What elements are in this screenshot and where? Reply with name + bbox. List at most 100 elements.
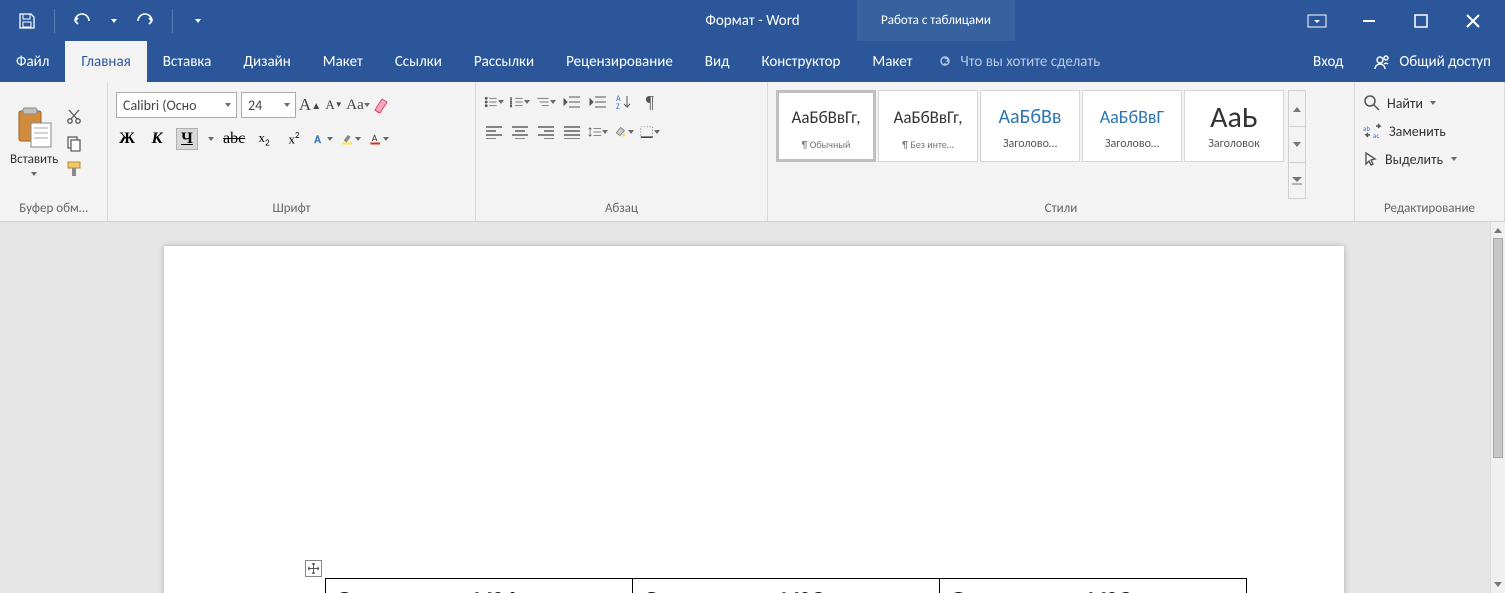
line-spacing-button[interactable]	[588, 122, 608, 142]
copy-button[interactable]	[64, 133, 84, 153]
tab-table-layout[interactable]: Макет	[856, 41, 928, 82]
tab-insert[interactable]: Вставка	[147, 41, 228, 82]
group-clipboard-label: Буфер обм…	[8, 199, 99, 219]
clear-formatting-button[interactable]	[372, 95, 392, 115]
qat-customize-dropdown[interactable]	[193, 16, 202, 25]
align-center-button[interactable]	[510, 122, 530, 142]
change-case-button[interactable]: Aa	[348, 95, 368, 115]
tab-references[interactable]: Ссылки	[379, 41, 458, 82]
align-left-button[interactable]	[484, 122, 504, 142]
share-button[interactable]: Общий доступ	[1359, 41, 1505, 82]
table-move-handle[interactable]	[305, 560, 322, 577]
group-paragraph: 123 AZ ¶ Абзац	[476, 82, 768, 221]
superscript-button[interactable]: x2	[283, 130, 305, 147]
redo-button[interactable]	[132, 8, 158, 34]
font-color-button[interactable]: A	[369, 129, 389, 149]
table-header-2[interactable]: Заголовок №2	[633, 579, 940, 593]
save-button[interactable]	[14, 8, 40, 34]
share-label: Общий доступ	[1399, 53, 1491, 71]
document-table[interactable]: Заголовок №1 Заголовок №2 Заголовок №3	[325, 578, 1247, 593]
underline-button[interactable]: Ч	[176, 128, 198, 150]
tab-table-design[interactable]: Конструктор	[745, 41, 856, 82]
justify-button[interactable]	[562, 122, 582, 142]
undo-button[interactable]	[69, 8, 95, 34]
page[interactable]	[164, 246, 1344, 593]
tab-file[interactable]: Файл	[0, 41, 65, 82]
scroll-down-button[interactable]	[1491, 577, 1505, 593]
highlight-button[interactable]	[341, 129, 361, 149]
underline-dropdown[interactable]	[206, 135, 215, 144]
minimize-button[interactable]	[1357, 9, 1381, 33]
close-button[interactable]	[1461, 9, 1485, 33]
styles-expand[interactable]	[1289, 163, 1305, 198]
bold-button[interactable]: Ж	[116, 130, 138, 148]
tell-me-search[interactable]: Что вы хотите сделать	[938, 41, 1100, 82]
svg-text:3: 3	[510, 103, 512, 108]
shading-button[interactable]	[614, 122, 634, 142]
ribbon-display-options-button[interactable]	[1305, 9, 1329, 33]
tab-design[interactable]: Дизайн	[227, 41, 306, 82]
replace-button[interactable]: abac Заменить	[1363, 118, 1496, 144]
window-title: Формат - Word	[0, 12, 1505, 30]
grow-font-button[interactable]: A▲	[300, 95, 320, 115]
svg-text:Z: Z	[616, 102, 620, 111]
paste-label: Вставить	[10, 152, 58, 167]
scroll-track[interactable]	[1491, 238, 1505, 577]
align-right-button[interactable]	[536, 122, 556, 142]
font-family-combo[interactable]: Calibri (Осно	[116, 92, 237, 118]
style-normal[interactable]: АаБбВвГг, ¶ Обычный	[776, 90, 876, 162]
decrease-indent-button[interactable]	[562, 92, 582, 112]
paste-dropdown[interactable]	[30, 170, 39, 179]
styles-scroll-up[interactable]	[1289, 91, 1305, 127]
style-title[interactable]: АаЬ Заголовок	[1184, 90, 1284, 162]
scroll-up-button[interactable]	[1491, 222, 1505, 238]
ribbon: Вставить Буфер обм… Calibri (Осно 24 A▲ …	[0, 82, 1505, 222]
separator	[172, 9, 173, 33]
tab-view[interactable]: Вид	[689, 41, 746, 82]
tab-review[interactable]: Рецензирование	[550, 41, 689, 82]
svg-text:A: A	[372, 132, 378, 144]
shrink-font-button[interactable]: A▼	[324, 95, 344, 115]
group-editing-label: Редактирование	[1363, 199, 1496, 219]
table-header-1[interactable]: Заголовок №1	[326, 579, 633, 593]
style-heading2[interactable]: АаБбВвГ Заголово…	[1082, 90, 1182, 162]
maximize-button[interactable]	[1409, 9, 1433, 33]
borders-button[interactable]	[640, 122, 660, 142]
group-styles: АаБбВвГг, ¶ Обычный АаБбВвГг, ¶ Без инте…	[768, 82, 1355, 221]
group-editing: Найти abac Заменить Выделить Редактирова…	[1355, 82, 1505, 221]
tab-mailings[interactable]: Рассылки	[458, 41, 550, 82]
multilevel-list-button[interactable]	[536, 92, 556, 112]
italic-button[interactable]: К	[146, 130, 168, 148]
find-button[interactable]: Найти	[1363, 90, 1496, 116]
text-effects-button[interactable]: A	[313, 129, 333, 149]
scroll-thumb[interactable]	[1493, 238, 1503, 458]
styles-scroll-down[interactable]	[1289, 127, 1305, 163]
tab-home[interactable]: Главная	[65, 41, 146, 82]
table-header-3[interactable]: Заголовок №3	[940, 579, 1247, 593]
numbering-button[interactable]: 123	[510, 92, 530, 112]
group-clipboard: Вставить Буфер обм…	[0, 82, 108, 221]
login-button[interactable]: Вход	[1297, 41, 1359, 82]
sort-button[interactable]: AZ	[614, 92, 634, 112]
font-size-combo[interactable]: 24	[241, 92, 296, 118]
bullets-button[interactable]	[484, 92, 504, 112]
select-button[interactable]: Выделить	[1363, 146, 1496, 172]
document-area[interactable]: Заголовок №1 Заголовок №2 Заголовок №3	[0, 222, 1490, 593]
undo-dropdown[interactable]	[109, 16, 118, 25]
increase-indent-button[interactable]	[588, 92, 608, 112]
subscript-button[interactable]: x2	[253, 130, 275, 149]
quick-access-toolbar	[0, 0, 216, 41]
cut-button[interactable]	[64, 107, 84, 127]
svg-text:A: A	[314, 132, 321, 146]
ribbon-tabs: Файл Главная Вставка Дизайн Макет Ссылки…	[0, 41, 1505, 82]
style-no-spacing[interactable]: АаБбВвГг, ¶ Без инте…	[878, 90, 978, 162]
title-bar: Формат - Word Работа с таблицами	[0, 0, 1505, 41]
style-heading1[interactable]: АаБбВв Заголово…	[980, 90, 1080, 162]
show-hide-marks-button[interactable]: ¶	[640, 92, 660, 112]
paste-button[interactable]: Вставить	[8, 86, 60, 199]
clipboard-icon	[13, 107, 55, 149]
format-painter-button[interactable]	[64, 159, 84, 179]
strikethrough-button[interactable]: abc	[223, 130, 245, 148]
styles-gallery-scroller	[1288, 90, 1306, 199]
tab-layout[interactable]: Макет	[307, 41, 379, 82]
